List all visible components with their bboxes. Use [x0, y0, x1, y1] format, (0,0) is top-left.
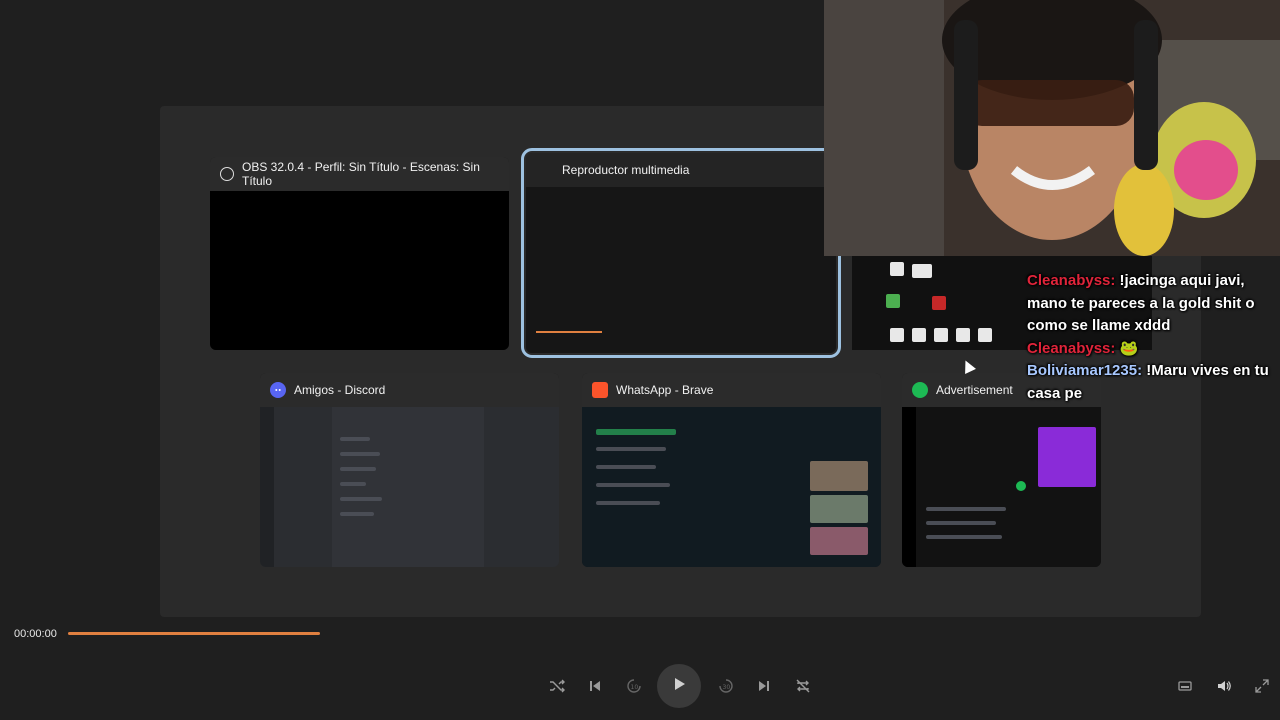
window-title: Reproductor multimedia [562, 163, 690, 177]
chat-message: Cleanabyss: !jacinga aqui javi, mano te … [1027, 270, 1280, 338]
window-title: Advertisement [936, 383, 1013, 397]
desktop-icon [886, 294, 900, 308]
window-thumbnail [260, 407, 559, 567]
thumbnail-row [340, 497, 382, 501]
fullscreen-icon[interactable] [1244, 662, 1280, 710]
window-discord[interactable]: Amigos - Discord [260, 373, 559, 567]
thumbnail-photo [810, 461, 868, 491]
discord-icon [270, 382, 286, 398]
elapsed-time: 00:00:00 [14, 628, 57, 640]
thumbnail-row [340, 452, 380, 456]
rewind-10-icon[interactable]: 10 [616, 662, 652, 710]
volume-icon[interactable] [1206, 662, 1242, 710]
svg-text:10: 10 [631, 684, 639, 691]
thumbnail-row [596, 429, 676, 435]
desktop-icon [934, 328, 948, 342]
window-title: WhatsApp - Brave [616, 383, 714, 397]
thumbnail-row [596, 465, 656, 469]
next-icon[interactable] [746, 662, 782, 710]
previous-icon[interactable] [577, 662, 613, 710]
window-thumbnail [210, 191, 509, 350]
thumbnail-server-list [260, 407, 274, 567]
window-media-player[interactable]: Reproductor multimedia [521, 148, 841, 358]
chat-overlay: Cleanabyss: !jacinga aqui javi, mano te … [1027, 270, 1280, 405]
thumbnail-row [340, 512, 374, 516]
thumbnail-photo [810, 527, 868, 555]
svg-text:30: 30 [723, 684, 731, 691]
thumbnail-sidebar [902, 407, 916, 567]
thumbnail-row [340, 482, 366, 486]
brave-icon [592, 382, 608, 398]
chat-username: Boliviamar1235: [1027, 362, 1143, 379]
play-icon [670, 675, 688, 698]
chat-message: Cleanabyss: 🐸 [1027, 338, 1280, 361]
seek-bar[interactable] [68, 632, 1268, 635]
chat-username: Cleanabyss: [1027, 339, 1116, 357]
window-titlebar: Amigos - Discord [260, 373, 559, 407]
desktop-icon [890, 328, 904, 342]
window-obs[interactable]: OBS 32.0.4 - Perfil: Sin Título - Escena… [210, 157, 509, 350]
window-titlebar: WhatsApp - Brave [582, 373, 881, 407]
webcam-overlay [824, 0, 1280, 256]
obs-icon [220, 167, 234, 181]
window-thumbnail [526, 187, 836, 353]
desktop-icon [978, 328, 992, 342]
chat-username: Cleanabyss: [1027, 272, 1116, 289]
thumbnail-activity [484, 407, 559, 567]
desktop-icon [956, 328, 970, 342]
window-whatsapp[interactable]: WhatsApp - Brave [582, 373, 881, 567]
window-thumbnail [902, 407, 1101, 567]
window-titlebar: Reproductor multimedia [526, 153, 836, 187]
forward-30-icon[interactable]: 30 [708, 662, 744, 710]
desktop-icon [912, 328, 926, 342]
thumbnail-row [596, 501, 660, 505]
chat-message: Boliviamar1235: !Maru vives en tu casa p… [1027, 360, 1280, 405]
media-player-window: OBS 32.0.4 - Perfil: Sin Título - Escena… [0, 0, 1280, 720]
thumbnail-play [1016, 481, 1026, 491]
miniplayer-icon[interactable] [1167, 662, 1203, 710]
thumbnail-photo [810, 495, 868, 523]
thumbnail-progress [536, 331, 602, 333]
thumbnail-row [926, 535, 1002, 539]
repeat-off-icon[interactable] [785, 662, 821, 710]
thumbnail-channel-list [274, 407, 332, 567]
window-thumbnail [582, 407, 881, 567]
window-titlebar: OBS 32.0.4 - Perfil: Sin Título - Escena… [210, 157, 509, 191]
thumbnail-row [596, 447, 666, 451]
thumbnail-banner [1038, 427, 1096, 487]
window-title: OBS 32.0.4 - Perfil: Sin Título - Escena… [242, 160, 480, 188]
thumbnail-row [926, 507, 1006, 511]
thumbnail-row [340, 467, 376, 471]
desktop-icon [932, 296, 946, 310]
play-button[interactable] [657, 664, 701, 708]
desktop-icon [890, 262, 904, 276]
desktop-icon [912, 264, 932, 278]
player-controls: 10 30 [0, 662, 1280, 710]
shuffle-icon[interactable] [539, 662, 575, 710]
spotify-icon [912, 382, 928, 398]
thumbnail-row [596, 483, 670, 487]
thumbnail-row [926, 521, 996, 525]
webcam-image [824, 0, 1280, 256]
thumbnail-row [340, 437, 370, 441]
window-title: Amigos - Discord [294, 383, 386, 397]
seek-bar-fill [68, 632, 320, 635]
chat-emote: 🐸 [1119, 339, 1139, 357]
